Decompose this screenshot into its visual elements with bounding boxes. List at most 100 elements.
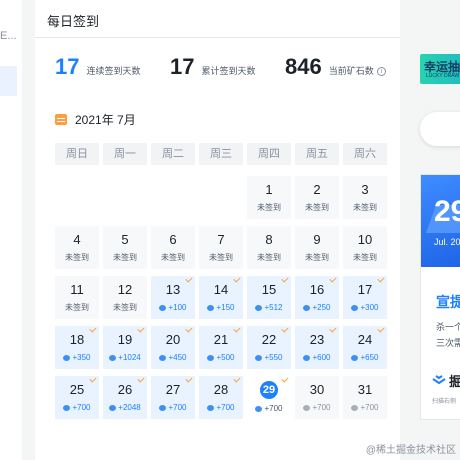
checkin-card: 每日签到 17 连续签到天数 17 累计签到天数 846 当前矿石数 i 202… xyxy=(35,0,400,460)
weekday-label: 周四 xyxy=(247,143,291,165)
ore-icon xyxy=(207,305,215,311)
promo-card[interactable]: 29 Jul. 20 宣提 杀一个 三次需 掘 扫描右侧 xyxy=(420,174,460,420)
day-status-text: +300 xyxy=(360,303,379,312)
day-status: +100 xyxy=(151,303,195,313)
ore-icon xyxy=(351,355,359,361)
day-status-text: +450 xyxy=(168,353,187,362)
calendar-day-cell[interactable]: 7 未签到 xyxy=(199,226,243,269)
weekday-label: 周五 xyxy=(295,143,339,165)
calendar-day-cell[interactable]: 16 +250 xyxy=(295,275,339,319)
stat-label: 累计签到天数 xyxy=(201,66,256,76)
side-action-button[interactable] xyxy=(420,112,460,146)
calendar-day-cell[interactable]: 26 +2048 xyxy=(103,375,147,419)
day-status-text: 未签到 xyxy=(113,253,137,262)
calendar-day-cell[interactable]: 22 +550 xyxy=(247,325,291,369)
sidebar-active-item[interactable] xyxy=(0,66,17,96)
calendar-day-cell[interactable]: 19 +1024 xyxy=(103,325,147,369)
ore-icon xyxy=(255,355,263,361)
promo-desc-line: 三次需 xyxy=(436,338,460,348)
day-status-text: +1024 xyxy=(118,353,141,362)
day-status-text: +2048 xyxy=(118,403,141,412)
day-number: 1 xyxy=(265,182,273,197)
calendar-empty-cell xyxy=(151,176,195,219)
calendar-day-cell[interactable]: 14 +150 xyxy=(199,275,243,319)
day-status: +700 xyxy=(55,403,99,413)
calendar-day-cell[interactable]: 21 +500 xyxy=(199,325,243,369)
day-status-text: +350 xyxy=(72,353,91,362)
ore-icon xyxy=(109,355,117,361)
calendar-day-cell[interactable]: 8 未签到 xyxy=(247,226,291,269)
day-number: 12 xyxy=(117,282,133,297)
day-status-text: 未签到 xyxy=(305,203,329,212)
ore-icon xyxy=(303,355,311,361)
promo-date: Jul. 20 xyxy=(434,237,460,247)
calendar-day-cell[interactable]: 10 未签到 xyxy=(343,226,387,269)
day-status-text: 未签到 xyxy=(257,253,281,262)
day-status-text: 未签到 xyxy=(257,203,281,212)
calendar-day-cell[interactable]: 11 未签到 xyxy=(55,276,99,319)
day-status-text: +700 xyxy=(168,403,187,412)
day-number: 7 xyxy=(217,232,225,247)
day-number: 4 xyxy=(73,232,81,247)
calendar-day-cell[interactable]: 5 未签到 xyxy=(103,226,147,269)
calendar-day-cell[interactable]: 15 +512 xyxy=(247,275,291,319)
promo-scan-hint: 扫描右侧 xyxy=(432,399,457,405)
calendar-day-cell[interactable]: 31 +700 xyxy=(343,376,387,419)
calendar-day-cell[interactable]: 2 未签到 xyxy=(295,176,339,219)
stat-value: 17 xyxy=(55,54,80,79)
promo-image: 29 Jul. 20 xyxy=(421,175,460,267)
stat-value: 17 xyxy=(170,54,195,79)
day-status-text: 未签到 xyxy=(209,253,233,262)
calendar-day-cell[interactable]: 17 +300 xyxy=(343,275,387,319)
calendar-day-cell[interactable]: 4 未签到 xyxy=(55,226,99,269)
calendar-day-cell[interactable]: 28 +700 xyxy=(199,375,243,419)
lucky-draw-banner[interactable]: 幸运抽 LUCKY DRAW xyxy=(420,54,460,84)
calendar-week-row: 25 +700 26 +2048 27 +700 28 +700 29 +700 30 +700 31 +… xyxy=(55,375,387,419)
ore-icon xyxy=(63,355,71,361)
calendar-day-cell[interactable]: 6 未签到 xyxy=(151,226,195,269)
calendar-day-cell[interactable]: 12 未签到 xyxy=(103,276,147,319)
calendar-day-cell[interactable]: 18 +350 xyxy=(55,325,99,369)
calendar-day-cell[interactable]: 9 未签到 xyxy=(295,226,339,269)
calendar-day-cell[interactable]: 27 +700 xyxy=(151,375,195,419)
day-status: +700 xyxy=(151,403,195,413)
day-status: +600 xyxy=(295,353,339,363)
month-header: 2021年 7月 xyxy=(55,111,136,128)
calendar-empty-cell xyxy=(55,176,99,219)
today-day-number: 29 xyxy=(260,381,278,399)
day-status-text: +600 xyxy=(312,353,331,362)
promo-desc-line: 杀一个 xyxy=(436,322,460,332)
stat-ore-count: 846 当前矿石数 i xyxy=(285,52,386,82)
day-status-text: +550 xyxy=(264,353,283,362)
calendar-day-cell[interactable]: 20 +450 xyxy=(151,325,195,369)
day-number: 9 xyxy=(313,232,321,247)
calendar-day-cell[interactable]: 13 +100 xyxy=(151,275,195,319)
stats-row: 17 连续签到天数 17 累计签到天数 846 当前矿石数 i xyxy=(35,52,400,84)
day-status-text: 未签到 xyxy=(65,303,89,312)
promo-title: 宣提 xyxy=(436,294,460,310)
day-status-text: 未签到 xyxy=(353,203,377,212)
day-status-text: +500 xyxy=(216,353,235,362)
weekday-label: 周六 xyxy=(343,143,387,165)
day-status-text: 未签到 xyxy=(113,303,137,312)
calendar-day-cell[interactable]: 23 +600 xyxy=(295,325,339,369)
watermark: @稀土掘金技术社区 xyxy=(365,445,456,456)
ore-icon xyxy=(207,355,215,361)
calendar-day-cell[interactable]: 29 +700 xyxy=(247,375,291,419)
weekday-row: 周日 周一 周二 周三 周四 周五 周六 xyxy=(55,143,387,165)
weekday-label: 周三 xyxy=(199,143,243,165)
calendar-day-cell[interactable]: 30 +700 xyxy=(295,376,339,419)
day-status-text: +700 xyxy=(360,403,379,412)
calendar-day-cell[interactable]: 1 未签到 xyxy=(247,176,291,219)
day-status: 未签到 xyxy=(199,253,243,263)
day-status-text: +700 xyxy=(216,403,235,412)
left-sidebar: E... xyxy=(0,0,22,460)
calendar-day-cell[interactable]: 25 +700 xyxy=(55,375,99,419)
info-icon[interactable]: i xyxy=(376,67,386,76)
month-label: 2021年 7月 xyxy=(75,113,136,127)
calendar-day-cell[interactable]: 24 +650 xyxy=(343,325,387,369)
stat-value: 846 xyxy=(285,54,322,79)
calendar-day-cell[interactable]: 3 未签到 xyxy=(343,176,387,219)
day-status: +500 xyxy=(199,353,243,363)
day-status: +700 xyxy=(199,403,243,413)
